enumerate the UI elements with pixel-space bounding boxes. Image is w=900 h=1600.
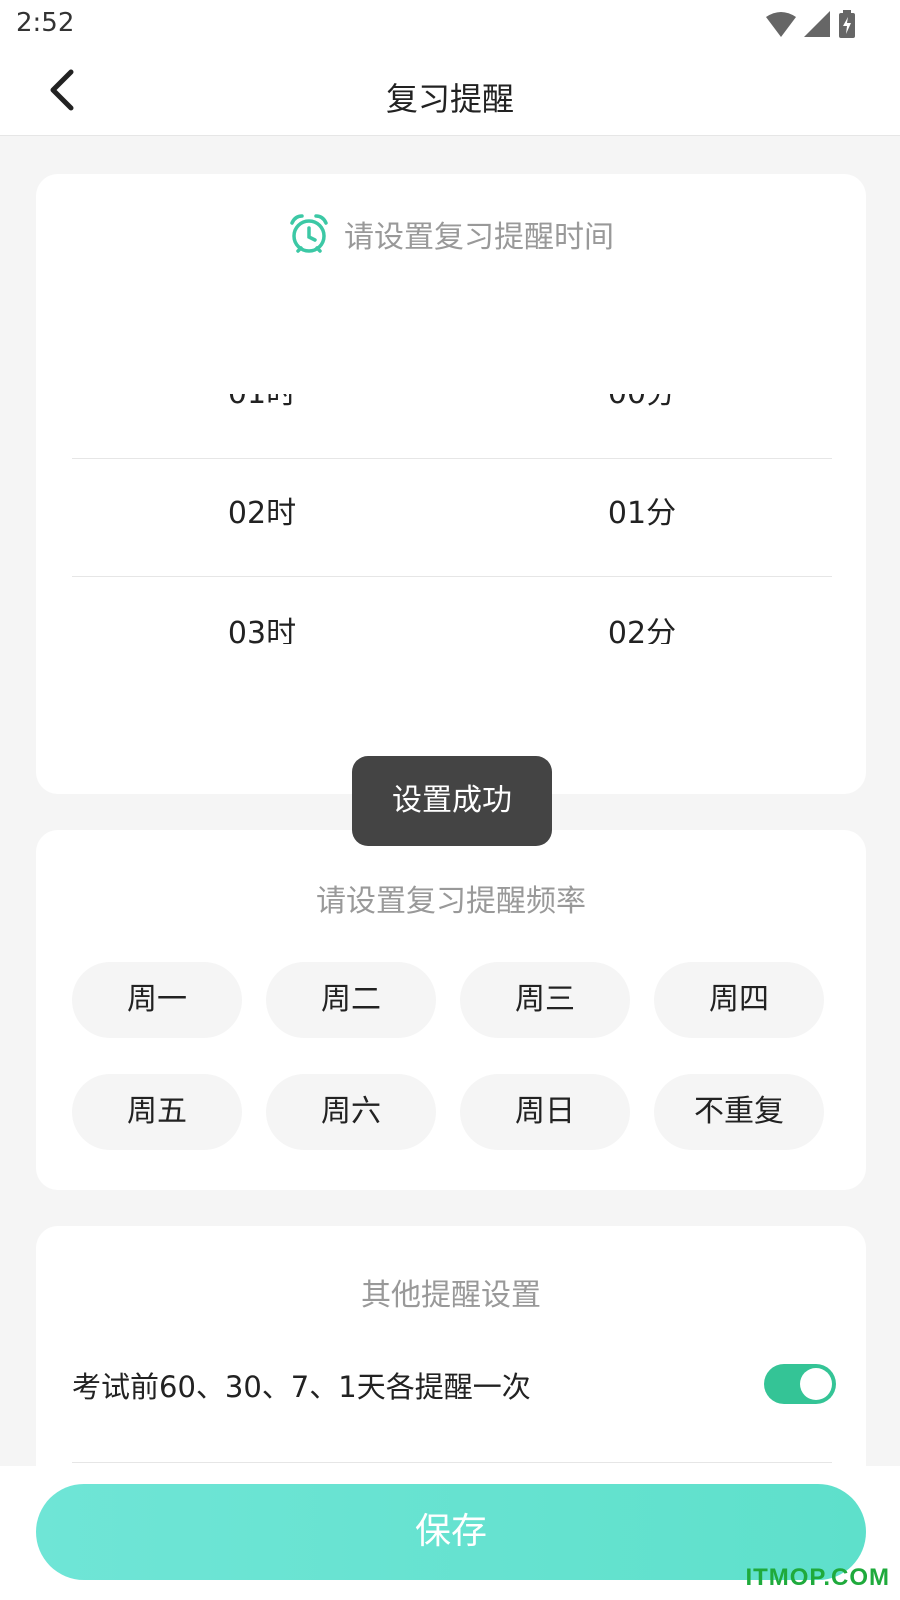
day-chip-wed[interactable]: 周三: [460, 962, 630, 1038]
status-time: 2:52: [16, 8, 75, 38]
frequency-card-heading: 请设置复习提醒频率: [316, 884, 586, 919]
hour-wheel[interactable]: 01时 02时 03时: [72, 394, 452, 644]
success-toast: 设置成功: [352, 756, 552, 846]
reminder-time-card: 请设置复习提醒时间 01时 02时 03时 00分 01分 02分: [36, 174, 866, 794]
day-chip-sat[interactable]: 周六: [266, 1074, 436, 1150]
minute-option-selected[interactable]: 01分: [452, 454, 832, 574]
page-title: 复习提醒: [385, 80, 514, 118]
app-header: 复习提醒: [0, 50, 900, 136]
minute-option[interactable]: 00分: [452, 394, 832, 454]
minute-option[interactable]: 02分: [452, 574, 832, 644]
wifi-icon: [766, 12, 796, 37]
status-bar: 2:52: [0, 0, 900, 50]
hour-option[interactable]: 03时: [72, 574, 452, 644]
minute-wheel[interactable]: 00分 01分 02分: [452, 394, 832, 644]
picker-divider-top: [72, 458, 832, 459]
watermark: ITMOP.COM: [745, 1564, 890, 1591]
day-chip-mon[interactable]: 周一: [72, 962, 242, 1038]
save-button[interactable]: 保存: [36, 1484, 866, 1580]
other-settings-heading: 其他提醒设置: [361, 1278, 541, 1313]
day-chip-tue[interactable]: 周二: [266, 962, 436, 1038]
hour-option[interactable]: 01时: [72, 394, 452, 454]
picker-divider-bottom: [72, 576, 832, 577]
alarm-clock-icon: [290, 214, 328, 253]
toggle-knob: [800, 1368, 832, 1400]
battery-icon: [839, 10, 855, 38]
exam-reminder-row: 考试前60、30、7、1天各提醒一次: [72, 1344, 836, 1424]
day-chip-no-repeat[interactable]: 不重复: [654, 1074, 824, 1150]
reminder-frequency-card: 请设置复习提醒频率 周一 周二 周三 周四 周五 周六 周日 不重复: [36, 830, 866, 1190]
time-card-heading: 请设置复习提醒时间: [36, 212, 866, 256]
exam-reminder-label: 考试前60、30、7、1天各提醒一次: [72, 1370, 531, 1404]
time-heading-text: 请设置复习提醒时间: [344, 220, 614, 255]
day-chip-sun[interactable]: 周日: [460, 1074, 630, 1150]
cellular-signal-icon: [804, 11, 830, 37]
status-icons: [766, 10, 856, 38]
time-picker[interactable]: 01时 02时 03时 00分 01分 02分: [72, 394, 832, 644]
bottom-bar: 保存 ITMOP.COM: [0, 1466, 900, 1600]
row-divider: [72, 1462, 832, 1463]
exam-reminder-toggle[interactable]: [764, 1364, 836, 1404]
hour-option-selected[interactable]: 02时: [72, 454, 452, 574]
day-chip-thu[interactable]: 周四: [654, 962, 824, 1038]
day-chip-fri[interactable]: 周五: [72, 1074, 242, 1150]
